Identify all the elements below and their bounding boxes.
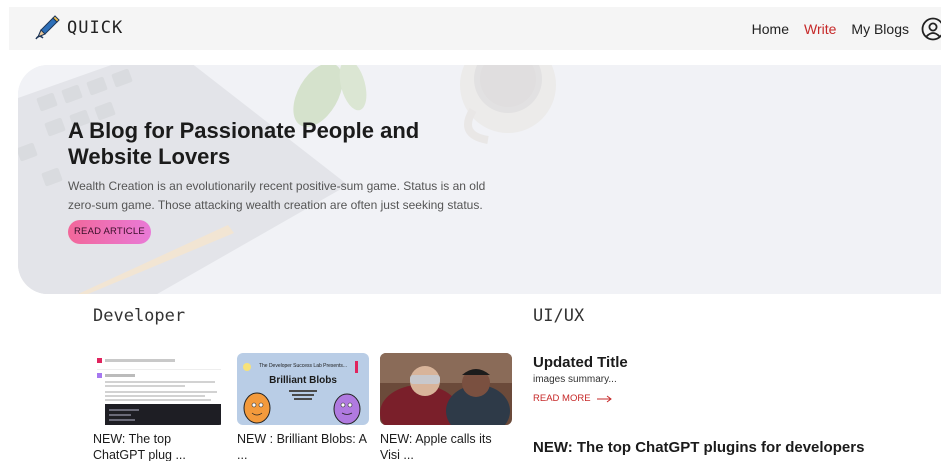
chatgpt-screenshot-thumbnail (93, 353, 225, 425)
brand-name: QUICK (67, 18, 124, 38)
top-navbar: QUICK Home Write My Blogs (9, 7, 941, 50)
vision-pro-photo (380, 353, 512, 425)
vision-pro-thumbnail (380, 353, 512, 425)
blog-card[interactable]: NEW: The top ChatGPT plug ... (93, 353, 225, 461)
arrow-right-icon (596, 395, 612, 402)
brand-logo[interactable]: QUICK (33, 13, 123, 43)
uiux-post[interactable]: NEW: The top ChatGPT plugins for develop… (533, 439, 864, 456)
hero-banner: A Blog for Passionate People and Website… (18, 65, 941, 294)
uiux-post-title[interactable]: NEW: The top ChatGPT plugins for develop… (533, 439, 864, 456)
blog-card-title: NEW: Apple calls its Visi ... (380, 432, 492, 461)
uiux-post-summary: images summary... (533, 374, 617, 385)
brilliant-blobs-thumbnail: The Developer Success Lab Presents... Br… (237, 353, 369, 425)
hero-description: Wealth Creation is an evolutionarily rec… (68, 179, 486, 212)
nav-link-home[interactable]: Home (752, 21, 789, 37)
read-more-link[interactable]: READ MORE (533, 393, 628, 404)
read-more-label: READ MORE (533, 393, 591, 404)
pen-icon (35, 15, 60, 40)
nav-links: Home Write My Blogs (737, 7, 941, 50)
chatgpt-screenshot-image (93, 353, 225, 425)
nav-link-write[interactable]: Write (804, 21, 836, 37)
section-title-developer: Developer (93, 306, 186, 326)
read-article-button[interactable]: READ ARTICLE (68, 220, 151, 244)
hero-title: A Blog for Passionate People and Website… (68, 118, 420, 169)
user-circle-icon[interactable] (921, 17, 941, 41)
nav-link-my-blogs[interactable]: My Blogs (851, 21, 909, 37)
thumb-heading: The Developer Success Lab Presents... (259, 363, 347, 369)
uiux-post-title[interactable]: Updated Title (533, 354, 628, 371)
uiux-post[interactable]: Updated Title images summary... READ MOR… (533, 354, 628, 404)
brilliant-blobs-illustration: The Developer Success Lab Presents... Br… (237, 353, 369, 425)
blog-card[interactable]: NEW: Apple calls its Visi ... (380, 353, 512, 461)
section-title-uiux: UI/UX (533, 306, 585, 326)
blog-card-title: NEW : Brilliant Blobs: A ... (237, 432, 367, 461)
thumb-title: Brilliant Blobs (269, 375, 337, 386)
blog-card-title: NEW: The top ChatGPT plug ... (93, 432, 186, 461)
blog-card[interactable]: The Developer Success Lab Presents... Br… (237, 353, 369, 461)
